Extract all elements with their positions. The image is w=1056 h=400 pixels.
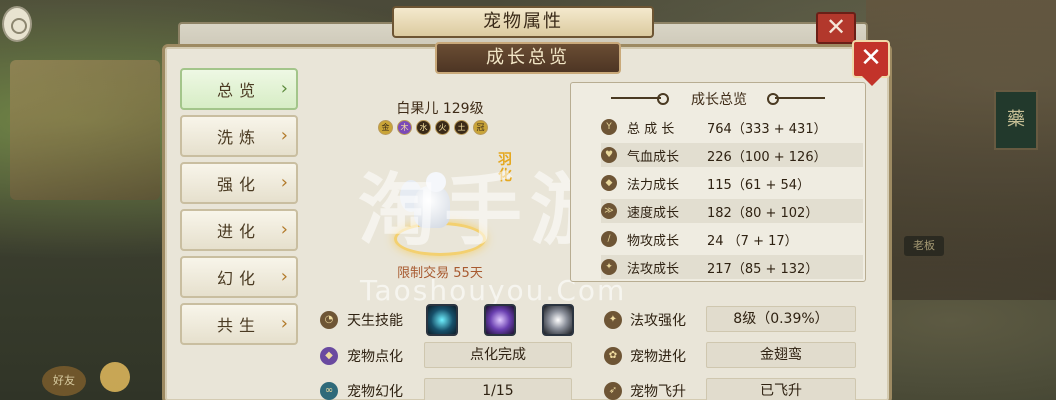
- wood-element-icon: 木: [397, 120, 412, 135]
- close-icon[interactable]: ✕: [852, 40, 890, 86]
- paw-icon: ✿: [604, 347, 622, 365]
- nav-item-label: 共生: [216, 316, 261, 335]
- innate-skill-label: 天生技能: [347, 313, 403, 329]
- innate-skill-icon: ◔: [320, 311, 338, 329]
- total-growth-icon: Y: [601, 119, 617, 135]
- pet-element-icons: 金 木 水 火 土 冠: [378, 120, 488, 135]
- friend-button[interactable]: 好友: [42, 366, 86, 396]
- pet-evolve-value: 金翅鸾: [706, 342, 856, 368]
- growth-value: 217（85 + 132）: [707, 261, 819, 277]
- skill-slot-3-icon[interactable]: [542, 304, 574, 336]
- background-boss-label: 老板: [904, 236, 944, 256]
- growth-row-hp: ♥ 气血成长 226（100 + 126）: [601, 143, 863, 167]
- growth-stats-box: 成长总览 Y 总 成 长 764（333 + 431） ♥ 气血成长 226（1…: [570, 82, 866, 282]
- growth-row-speed: ≫ 速度成长 182（80 + 102）: [601, 199, 863, 223]
- pet-dot-value: 点化完成: [424, 342, 572, 368]
- flame-icon: ✦: [604, 311, 622, 329]
- magic-strengthen-label: 法攻强化: [630, 313, 686, 329]
- growth-value: 226（100 + 126）: [707, 149, 827, 165]
- chevron-right-icon: ›: [280, 266, 288, 287]
- fire-element-icon: 火: [435, 120, 450, 135]
- nav-item-strengthen[interactable]: 强化 ›: [180, 162, 298, 204]
- mana-drop-icon: ◆: [601, 175, 617, 191]
- background-hut-right: [866, 0, 1056, 300]
- nav-item-illusion[interactable]: 幻化 ›: [180, 256, 298, 298]
- crown-icon: 冠: [473, 120, 488, 135]
- trade-limit-text: 限制交易 55天: [397, 266, 483, 281]
- water-element-icon: 水: [416, 120, 431, 135]
- growth-label: 法力成长: [627, 177, 680, 193]
- skill-slot-2-icon[interactable]: [484, 304, 516, 336]
- nav-item-label: 洗炼: [216, 128, 261, 147]
- pet-fly-value: 已飞升: [706, 378, 856, 400]
- pet-dot-label: 宠物点化: [347, 349, 403, 365]
- chevron-right-icon: ›: [280, 219, 288, 240]
- growth-label: 物攻成长: [627, 233, 680, 249]
- growth-value: 182（80 + 102）: [707, 205, 819, 221]
- chat-bubble-icon[interactable]: [100, 362, 130, 392]
- nav-item-refine[interactable]: 洗炼 ›: [180, 115, 298, 157]
- magic-strengthen-value: 8级（0.39%）: [706, 306, 856, 332]
- metal-element-icon: 金: [378, 120, 393, 135]
- pet-head: [426, 172, 446, 192]
- wing-icon: ➶: [604, 382, 622, 400]
- pet-attributes-title: 宠物属性: [392, 6, 654, 38]
- nav-item-label: 进化: [216, 222, 261, 241]
- growth-row-mana: ◆ 法力成长 115（61 + 54）: [601, 171, 863, 195]
- pet-fly-label: 宠物飞升: [630, 384, 686, 400]
- feather-badge: 羽化: [498, 152, 512, 184]
- chevron-right-icon: ›: [280, 78, 288, 99]
- chevron-right-icon: ›: [280, 313, 288, 334]
- background-hut-left: [10, 60, 160, 200]
- pet-body: [414, 186, 450, 228]
- growth-row-physical-attack: / 物攻成长 24 （7 + 17）: [601, 227, 863, 251]
- growth-label: 总 成 长: [627, 121, 675, 137]
- growth-row-magic-attack: ✦ 法攻成长 217（85 + 132）: [601, 255, 863, 279]
- nav-item-label: 幻化: [216, 269, 261, 288]
- nav-item-symbiosis[interactable]: 共生 ›: [180, 303, 298, 345]
- pet-illusion-value: 1/15: [424, 378, 572, 400]
- sword-icon: /: [601, 231, 617, 247]
- growth-value: 24 （7 + 17）: [707, 233, 798, 249]
- growth-value: 764（333 + 431）: [707, 121, 827, 137]
- menu-round-button[interactable]: [2, 6, 32, 42]
- growth-label: 气血成长: [627, 149, 680, 165]
- panel-title: 成长总览: [435, 42, 621, 74]
- earth-element-icon: 土: [454, 120, 469, 135]
- growth-label: 法攻成长: [627, 261, 680, 277]
- pet-evolve-label: 宠物进化: [630, 349, 686, 365]
- nav-item-overview[interactable]: 总览 ›: [180, 68, 298, 110]
- growth-value: 115（61 + 54）: [707, 177, 811, 193]
- nav-item-evolve[interactable]: 进化 ›: [180, 209, 298, 251]
- heart-icon: ♥: [601, 147, 617, 163]
- nav-item-label: 总览: [216, 81, 261, 100]
- pet-model[interactable]: [400, 172, 466, 240]
- speed-icon: ≫: [601, 203, 617, 219]
- growth-label: 速度成长: [627, 205, 680, 221]
- nav-item-label: 强化: [216, 175, 261, 194]
- chevron-right-icon: ›: [280, 172, 288, 193]
- side-nav: 总览 › 洗炼 › 强化 › 进化 › 幻化 › 共生 ›: [180, 68, 298, 350]
- flame-icon: ✦: [601, 259, 617, 275]
- pet-dot-icon: ◆: [320, 347, 338, 365]
- chevron-right-icon: ›: [280, 125, 288, 146]
- pet-illusion-icon: ∞: [320, 382, 338, 400]
- background-shop-sign: 藥: [994, 90, 1038, 150]
- back-close-icon[interactable]: ✕: [816, 12, 856, 44]
- pet-illusion-label: 宠物幻化: [347, 384, 403, 400]
- pet-name-level: 白果儿 129级: [396, 101, 484, 117]
- growth-row-total: Y 总 成 长 764（333 + 431）: [601, 115, 863, 139]
- skill-slot-1-icon[interactable]: [426, 304, 458, 336]
- growth-box-title: 成长总览: [691, 92, 747, 108]
